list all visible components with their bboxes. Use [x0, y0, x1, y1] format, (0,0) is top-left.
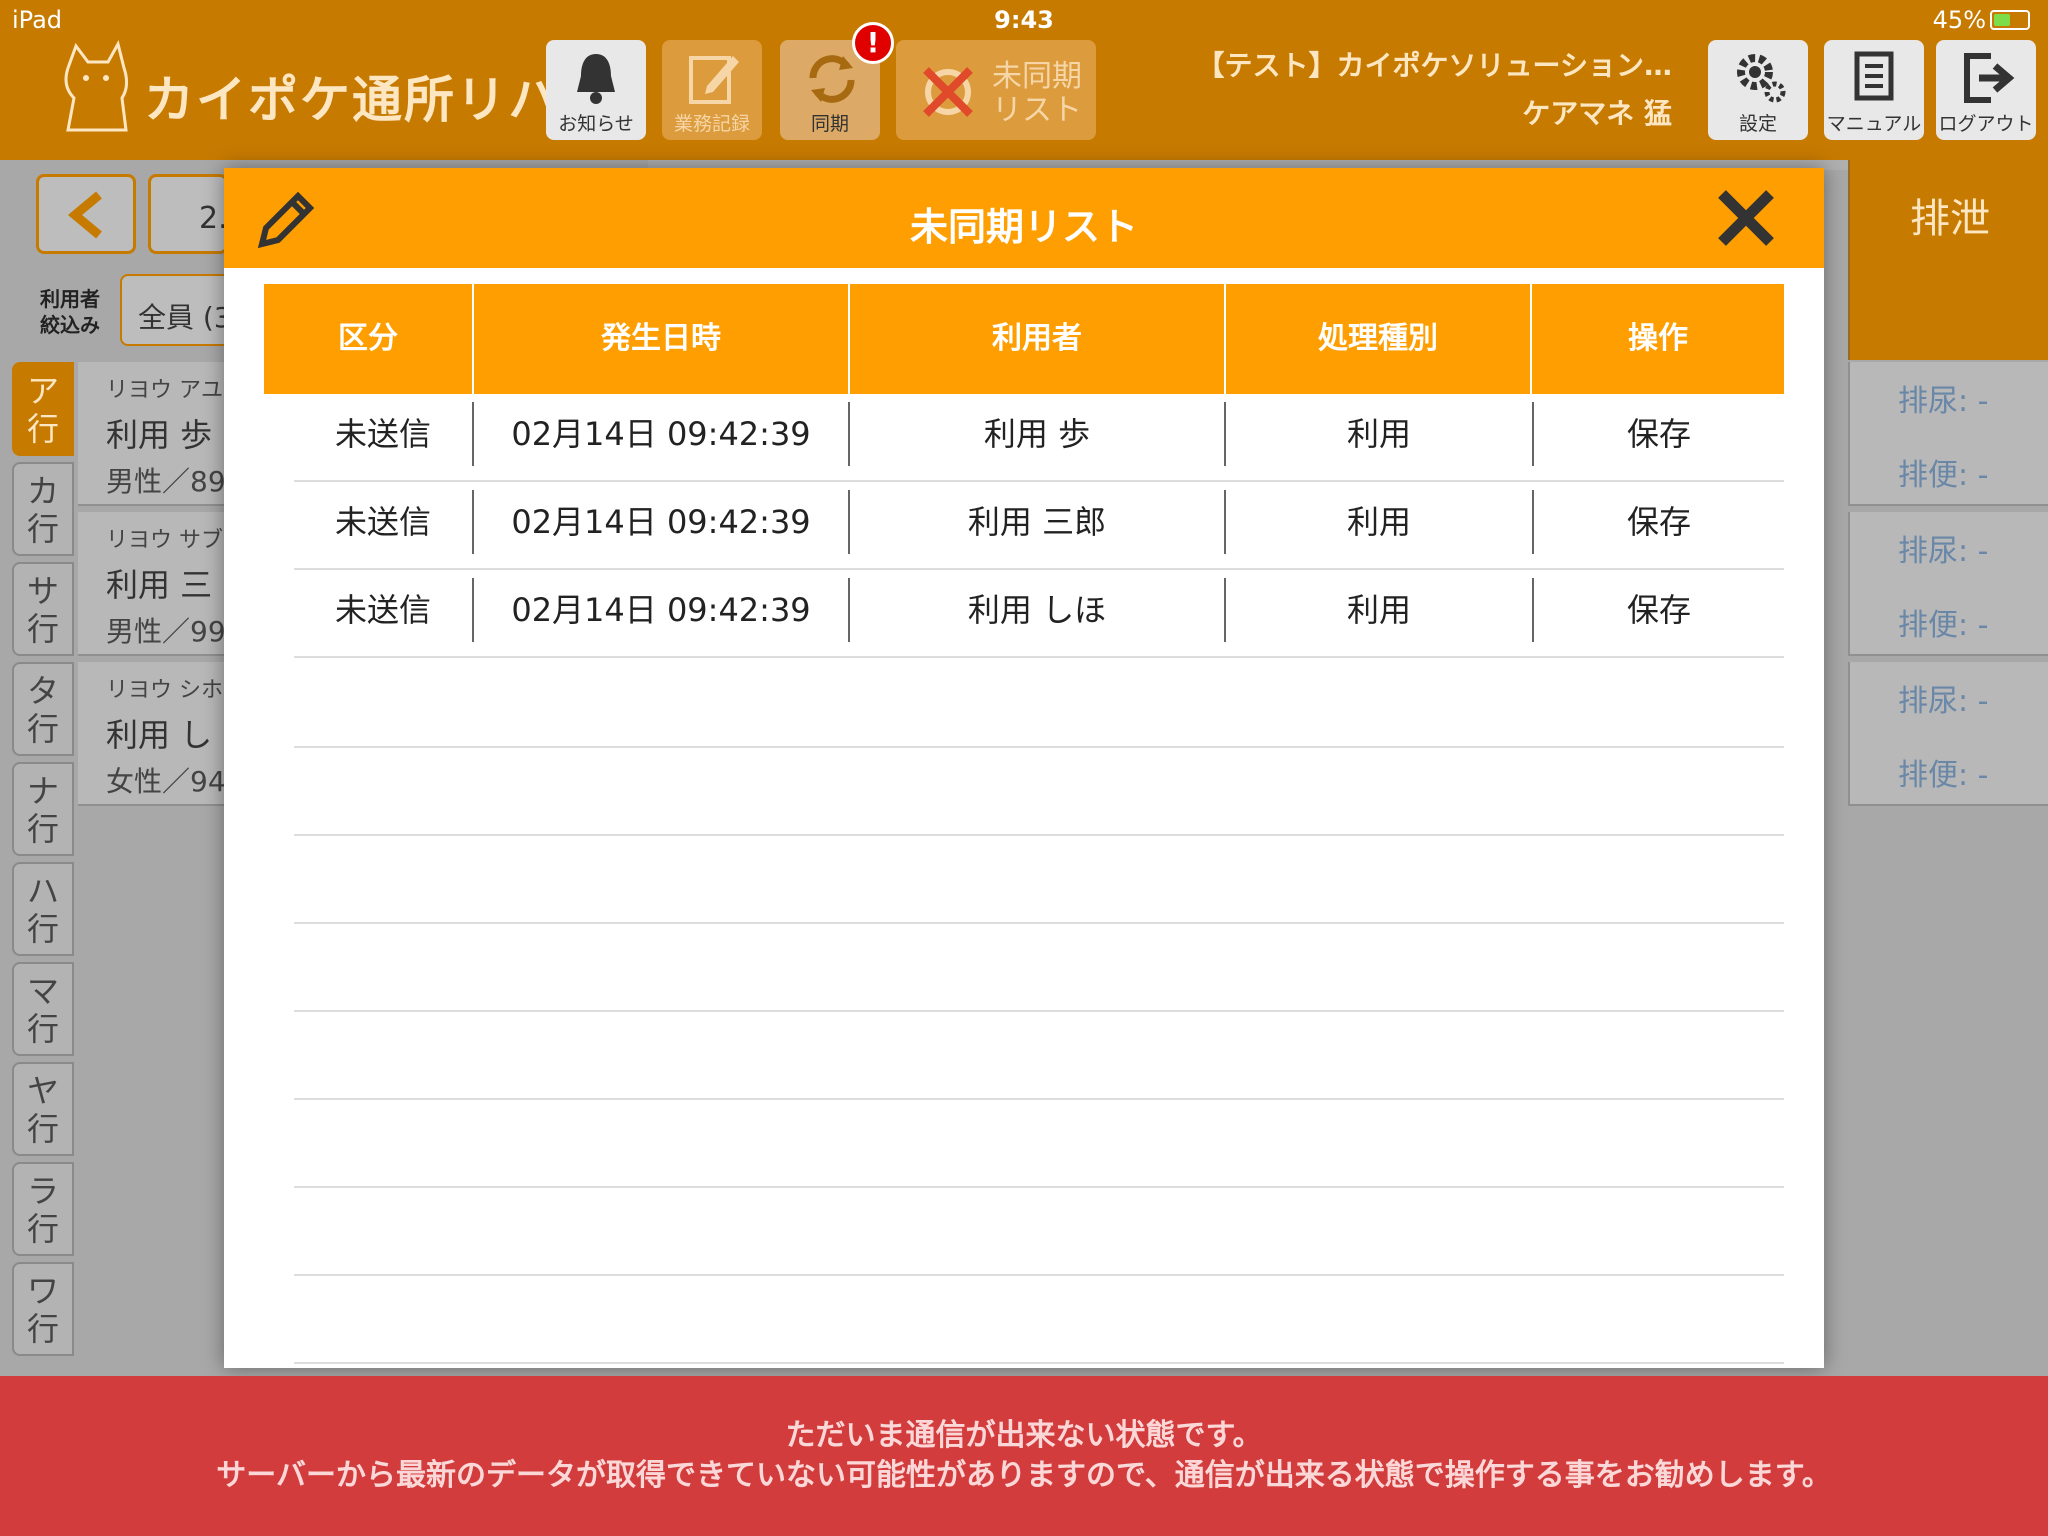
kana-tab-ma[interactable]: マ行	[12, 962, 74, 1056]
column-header-action: 操作	[1628, 321, 1688, 356]
table-header: 区分 発生日時 利用者 処理種別 操作	[264, 284, 1784, 394]
edit-note-icon	[689, 56, 739, 104]
document-icon	[1854, 51, 1894, 101]
gear-icon	[1737, 54, 1786, 103]
cat-logo-icon	[64, 39, 129, 132]
prev-date-button[interactable]	[36, 174, 136, 254]
column-header-user: 利用者	[850, 284, 1226, 394]
empty-row-divider	[294, 834, 1784, 836]
excretion-cell[interactable]: 排尿: - 排便: -	[1848, 362, 2048, 506]
manual-label: マニュアル	[1826, 113, 1922, 135]
cell-user: 利用 歩	[850, 402, 1226, 466]
user-list-item[interactable]: リヨウ シホ 利用 し 女性／94	[78, 662, 228, 806]
bell-icon	[577, 54, 615, 104]
cell-type: 利用	[1226, 402, 1534, 466]
table-row[interactable]: 未送信 02月14日 09:42:39 利用 歩 利用 保存	[294, 394, 1784, 482]
logout-label: ログアウト	[1938, 113, 2034, 135]
column-header-type: 処理種別	[1226, 284, 1532, 394]
kana-tab-wa[interactable]: ワ行	[12, 1262, 74, 1356]
unsync-list-modal: 未同期リスト 区分 発生日時 利用者 処理種別 操作 未送信 02月14日 09…	[224, 168, 1824, 1368]
logout-button[interactable]: ログアウト	[1936, 40, 2036, 140]
kana-tab-na[interactable]: ナ行	[12, 762, 74, 856]
cell-action: 保存	[1626, 591, 1691, 629]
facility-name: 【テスト】カイポケソリューション…	[1196, 49, 1672, 82]
cell-user: 利用 三郎	[850, 490, 1226, 554]
cell-action: 保存	[1626, 415, 1691, 453]
cell-action: 保存	[1626, 503, 1691, 541]
notice-label: お知らせ	[558, 113, 634, 135]
cell-user: 利用 しほ	[850, 578, 1226, 642]
cell-datetime: 02月14日 09:42:39	[474, 578, 850, 642]
app-header: iPad 9:43 45% カイポケ通所リハ お知らせ 業務記録 同期 ! 未同…	[0, 0, 2048, 160]
column-header-category: 区分	[264, 284, 474, 394]
kana-tab-ra[interactable]: ラ行	[12, 1162, 74, 1256]
notice-button[interactable]: お知らせ	[546, 40, 646, 140]
unsync-list-label: 未同期 リスト	[992, 59, 1082, 128]
kana-tab-ta[interactable]: タ行	[12, 662, 74, 756]
user-list-item[interactable]: リヨウ サブ 利用 三 男性／99	[78, 512, 228, 656]
empty-row-divider	[294, 922, 1784, 924]
kana-tab-ya[interactable]: ヤ行	[12, 1062, 74, 1156]
settings-label: 設定	[1738, 113, 1777, 135]
sync-label: 同期	[810, 113, 849, 135]
empty-row-divider	[294, 1098, 1784, 1100]
table-row[interactable]: 未送信 02月14日 09:42:39 利用 しほ 利用 保存	[294, 570, 1784, 658]
excretion-cell[interactable]: 排尿: - 排便: -	[1848, 662, 2048, 806]
empty-row-divider	[294, 1186, 1784, 1188]
user-list-item[interactable]: リヨウ アユ 利用 歩 男性／89	[78, 362, 228, 506]
settings-button[interactable]: 設定	[1708, 40, 1808, 140]
unsync-list-button[interactable]: 未同期 リスト	[896, 40, 1096, 140]
sync-error-icon	[923, 67, 973, 117]
cell-datetime: 02月14日 09:42:39	[474, 490, 850, 554]
empty-row-divider	[294, 746, 1784, 748]
status-time: 9:43	[994, 6, 1054, 34]
app-name: カイポケ通所リハ	[144, 71, 560, 129]
work-record-button[interactable]: 業務記録	[662, 40, 762, 140]
chevron-left-icon	[67, 191, 102, 239]
empty-row-divider	[294, 1362, 1784, 1364]
modal-title: 未同期リスト	[909, 205, 1138, 249]
offline-warning-banner: ただいま通信が出来ない状態です。 サーバーから最新のデータが取得できていない可能…	[0, 1376, 2048, 1536]
modal-header: 未同期リスト	[224, 168, 1824, 268]
work-record-label: 業務記録	[673, 113, 750, 135]
cell-category: 未送信	[294, 490, 474, 554]
user-filter-select[interactable]: 全員 (3	[120, 274, 240, 346]
empty-row-divider	[294, 1010, 1784, 1012]
cell-category: 未送信	[294, 402, 474, 466]
app-logo: カイポケ通所リハ	[48, 38, 558, 138]
kana-tab-a[interactable]: ア行	[12, 362, 74, 456]
warning-line-2: サーバーから最新のデータが取得できていない可能性がありますので、通信が出来る状態…	[216, 1458, 1832, 1493]
user-filter-label: 利用者 絞込み	[40, 287, 100, 337]
sync-alert-badge: !	[852, 22, 894, 64]
date-selector[interactable]: 2.	[148, 174, 228, 254]
sync-icon	[809, 55, 855, 103]
table-row[interactable]: 未送信 02月14日 09:42:39 利用 三郎 利用 保存	[294, 482, 1784, 570]
staff-name: ケアマネ 猛	[1522, 97, 1672, 130]
battery-percent: 45%	[1932, 6, 1986, 34]
cell-category: 未送信	[294, 578, 474, 642]
cell-datetime: 02月14日 09:42:39	[474, 402, 850, 466]
column-header-datetime: 発生日時	[474, 284, 850, 394]
kana-tab-ha[interactable]: ハ行	[12, 862, 74, 956]
warning-line-1: ただいま通信が出来ない状態です。	[785, 1418, 1263, 1453]
cell-type: 利用	[1226, 578, 1534, 642]
cell-type: 利用	[1226, 490, 1534, 554]
close-icon[interactable]	[1714, 186, 1778, 250]
kana-tab-ka[interactable]: カ行	[12, 462, 74, 556]
status-bar: iPad 9:43 45%	[0, 0, 2048, 40]
kana-tab-sa[interactable]: サ行	[12, 562, 74, 656]
empty-row-divider	[294, 1274, 1784, 1276]
battery-icon	[1990, 10, 2030, 30]
manual-button[interactable]: マニュアル	[1824, 40, 1924, 140]
kana-index-tabs: ア行 カ行 サ行 タ行 ナ行 ハ行 マ行 ヤ行 ラ行 ワ行	[12, 362, 76, 1362]
excretion-cell[interactable]: 排尿: - 排便: -	[1848, 512, 2048, 656]
logout-icon	[1964, 53, 2015, 103]
excretion-column-header: 排泄	[1848, 160, 2048, 360]
